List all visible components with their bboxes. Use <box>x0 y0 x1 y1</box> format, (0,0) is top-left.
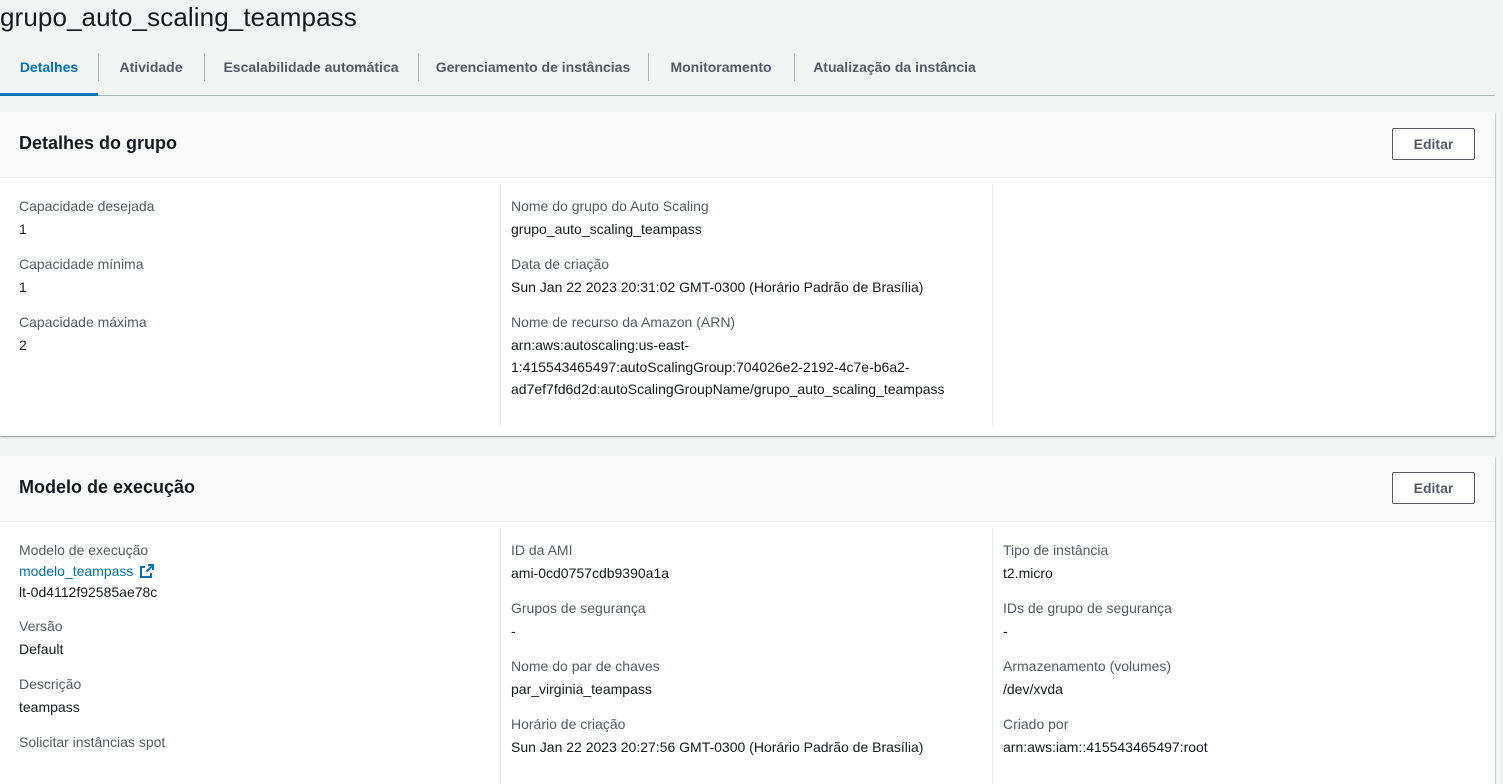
max-capacity-value: 2 <box>19 337 27 353</box>
tab-bar: Detalhes Atividade Escalabilidade automá… <box>0 40 1495 96</box>
edit-group-details-button[interactable]: Editar <box>1392 128 1475 160</box>
creation-date-field: Data de criação Sun Jan 22 2023 20:31:02… <box>511 254 992 298</box>
spot-label: Solicitar instâncias spot <box>19 734 166 750</box>
security-group-ids-label: IDs de grupo de segurança <box>1003 600 1172 616</box>
desired-capacity-label: Capacidade desejada <box>19 198 155 214</box>
min-capacity-field: Capacidade mínima 1 <box>19 254 489 298</box>
version-value: Default <box>19 641 64 657</box>
group-details-column-1: Capacidade desejada 1 Capacidade mínima … <box>19 184 489 426</box>
arn-line-3: ad7ef7fd6d2d:autoScalingGroupName/grupo_… <box>511 381 945 397</box>
created-by-value: arn:aws:iam::415543465497:root <box>1003 739 1208 755</box>
template-link-text[interactable]: modelo_teampass <box>19 560 133 582</box>
ami-id-label: ID da AMI <box>511 542 573 558</box>
version-field: Versão Default <box>19 616 489 660</box>
template-link[interactable]: modelo_teampass <box>19 560 155 582</box>
launch-template-header: Modelo de execução Editar <box>0 456 1495 522</box>
group-details-header: Detalhes do grupo Editar <box>0 112 1495 178</box>
external-link-icon[interactable] <box>139 563 155 579</box>
tab-auto-scaling[interactable]: Escalabilidade automática <box>204 40 418 94</box>
edit-launch-template-button[interactable]: Editar <box>1392 472 1475 504</box>
group-name-label: Nome do grupo do Auto Scaling <box>511 198 709 214</box>
group-name-value: grupo_auto_scaling_teampass <box>511 221 702 237</box>
group-details-column-3 <box>992 184 1495 426</box>
group-details-column-2: Nome do grupo do Auto Scaling grupo_auto… <box>500 184 992 426</box>
template-label: Modelo de execução <box>19 542 149 558</box>
desired-capacity-value: 1 <box>19 221 27 237</box>
spot-field: Solicitar instâncias spot <box>19 732 489 752</box>
arn-line-1: arn:aws:autoscaling:us-east- <box>511 337 690 353</box>
security-groups-field: Grupos de segurança - <box>511 598 992 642</box>
page-title: grupo_auto_scaling_teampass <box>0 2 357 32</box>
key-pair-label: Nome do par de chaves <box>511 658 660 674</box>
arn-label: Nome de recurso da Amazon (ARN) <box>511 314 736 330</box>
creation-date-value: Sun Jan 22 2023 20:31:02 GMT-0300 (Horár… <box>511 279 924 295</box>
launch-template-column-1: Modelo de execução modelo_teampass lt-0d… <box>19 528 489 784</box>
tab-activity[interactable]: Atividade <box>98 40 204 94</box>
ami-id-value: ami-0cd0757cdb9390a1a <box>511 565 670 581</box>
tab-instance-management[interactable]: Gerenciamento de instâncias <box>418 40 648 94</box>
instance-type-value: t2.micro <box>1003 565 1053 581</box>
created-time-field: Horário de criação Sun Jan 22 2023 20:27… <box>511 714 992 758</box>
launch-template-title: Modelo de execução <box>19 477 196 497</box>
creation-date-label: Data de criação <box>511 256 610 272</box>
security-group-ids-field: IDs de grupo de segurança - <box>1003 598 1495 642</box>
security-group-ids-value: - <box>1003 623 1008 639</box>
key-pair-value: par_virginia_teampass <box>511 681 652 697</box>
storage-label: Armazenamento (volumes) <box>1003 658 1172 674</box>
instance-type-label: Tipo de instância <box>1003 542 1109 558</box>
max-capacity-field: Capacidade máxima 2 <box>19 312 489 356</box>
desired-capacity-field: Capacidade desejada 1 <box>19 196 489 240</box>
security-groups-value: - <box>511 623 516 639</box>
launch-template-panel: Modelo de execução Editar Modelo de exec… <box>0 456 1495 784</box>
min-capacity-value: 1 <box>19 279 27 295</box>
security-groups-label: Grupos de segurança <box>511 600 646 616</box>
tab-instance-refresh[interactable]: Atualização da instância <box>794 40 995 94</box>
ami-id-field: ID da AMI ami-0cd0757cdb9390a1a <box>511 540 992 584</box>
group-details-panel: Detalhes do grupo Editar Capacidade dese… <box>0 112 1495 436</box>
storage-field: Armazenamento (volumes) /dev/xvda <box>1003 656 1495 700</box>
description-field: Descrição teampass <box>19 674 489 718</box>
version-label: Versão <box>19 618 63 634</box>
template-field: Modelo de execução modelo_teampass lt-0d… <box>19 540 489 602</box>
created-time-value: Sun Jan 22 2023 20:27:56 GMT-0300 (Horár… <box>511 739 924 755</box>
description-label: Descrição <box>19 676 82 692</box>
key-pair-field: Nome do par de chaves par_virginia_teamp… <box>511 656 992 700</box>
storage-value: /dev/xvda <box>1003 681 1063 697</box>
min-capacity-label: Capacidade mínima <box>19 256 144 272</box>
description-value: teampass <box>19 699 80 715</box>
template-id-value: lt-0d4112f92585ae78c <box>19 584 158 600</box>
group-details-title: Detalhes do grupo <box>19 133 178 153</box>
created-by-label: Criado por <box>1003 716 1069 732</box>
tab-monitoring[interactable]: Monitoramento <box>648 40 794 94</box>
launch-template-column-2: ID da AMI ami-0cd0757cdb9390a1a Grupos d… <box>500 528 992 784</box>
tab-details[interactable]: Detalhes <box>0 40 98 96</box>
arn-value: arn:aws:autoscaling:us-east- 1:415543465… <box>511 334 992 400</box>
arn-field: Nome de recurso da Amazon (ARN) arn:aws:… <box>511 312 992 400</box>
max-capacity-label: Capacidade máxima <box>19 314 147 330</box>
created-by-field: Criado por arn:aws:iam::415543465497:roo… <box>1003 714 1495 758</box>
created-time-label: Horário de criação <box>511 716 626 732</box>
launch-template-column-3: Tipo de instância t2.micro IDs de grupo … <box>992 528 1495 784</box>
arn-line-2: 1:415543465497:autoScalingGroup:704026e2… <box>511 359 910 375</box>
instance-type-field: Tipo de instância t2.micro <box>1003 540 1495 584</box>
group-name-field: Nome do grupo do Auto Scaling grupo_auto… <box>511 196 992 240</box>
